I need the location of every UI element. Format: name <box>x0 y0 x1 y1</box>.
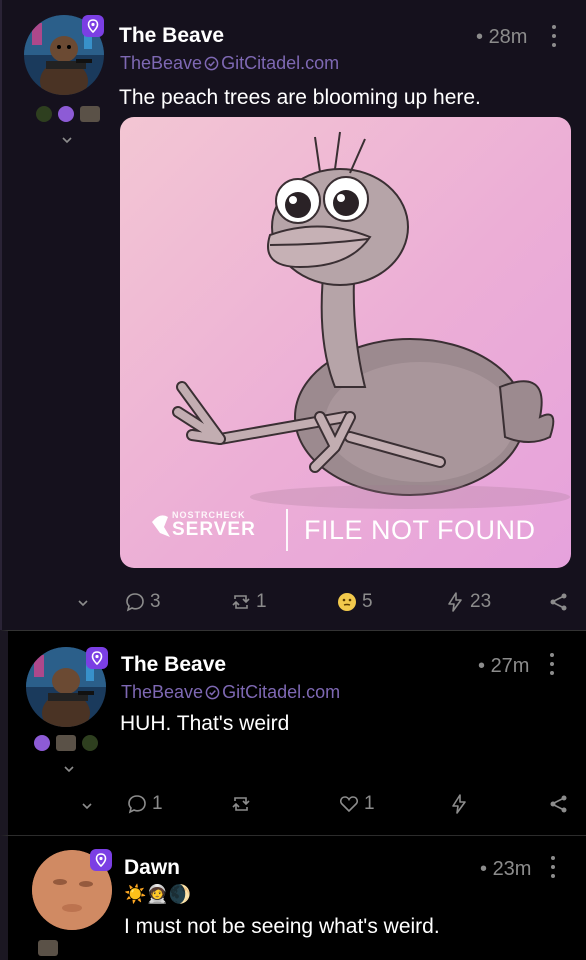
heart-icon <box>339 796 359 813</box>
thinking-emoji-icon <box>338 593 356 611</box>
note-content: I must not be seeing what's weird. <box>124 915 440 938</box>
note-content: HUH. That's weird <box>120 712 290 735</box>
zap-icon <box>452 794 466 814</box>
badge-row <box>36 106 100 122</box>
more-options-icon[interactable] <box>548 856 558 878</box>
reaction-count: 5 <box>362 591 373 612</box>
reply-note-card[interactable]: Dawn ☀️🧑‍🚀🌒 • 23m I must not be seeing w… <box>0 835 586 960</box>
timestamp-value: 23m <box>492 858 532 880</box>
reply-icon <box>126 593 144 612</box>
reply-note-card[interactable]: The Beave TheBeave GitCitadel.com • 27m … <box>0 630 586 835</box>
file-not-found-text: FILE NOT FOUND <box>304 515 536 545</box>
handle-domain: GitCitadel.com <box>222 682 341 702</box>
chevron-down-icon[interactable] <box>60 133 74 147</box>
author-name[interactable]: The Beave <box>121 653 226 677</box>
verified-badge <box>82 15 104 37</box>
status-emoji: ☀️🧑‍🚀🌒 <box>124 884 192 904</box>
reply-count: 1 <box>152 793 163 814</box>
timestamp: • 28m <box>476 26 528 48</box>
author-name[interactable]: The Beave <box>119 24 224 48</box>
verified-check-icon <box>204 56 219 71</box>
nostrcheck-logo: NOSTRCHECK SERVER <box>172 510 256 540</box>
nip05-handle[interactable]: TheBeave GitCitadel.com <box>120 53 339 74</box>
repost-count: 1 <box>256 591 267 612</box>
repost-button[interactable]: 1 <box>230 591 267 613</box>
author-name[interactable]: Dawn <box>124 856 180 880</box>
timestamp-value: 27m <box>490 655 530 677</box>
note-image[interactable]: NOSTRCHECK SERVER FILE NOT FOUND <box>120 117 571 568</box>
logo-main-text: SERVER <box>172 519 256 540</box>
zap-icon <box>448 592 462 612</box>
badge-stamp-icon <box>80 106 100 122</box>
share-button[interactable] <box>548 793 570 815</box>
zap-amount: 23 <box>470 591 492 612</box>
repost-icon <box>232 595 250 609</box>
zap-button[interactable] <box>448 793 470 815</box>
repost-icon <box>232 797 250 811</box>
timestamp: • 27m <box>478 655 530 677</box>
more-options-icon[interactable] <box>549 25 559 47</box>
timestamp-value: 28m <box>488 26 528 48</box>
logo-small-text: NOSTRCHECK <box>172 510 246 520</box>
verified-check-icon <box>205 685 220 700</box>
badge-plant-icon <box>36 106 52 122</box>
share-icon <box>550 593 567 611</box>
share-button[interactable] <box>548 591 570 613</box>
chevron-down-icon[interactable] <box>76 596 90 610</box>
badge-play-icon <box>34 735 50 751</box>
reply-icon <box>128 795 146 814</box>
share-icon <box>550 795 567 813</box>
reply-count: 3 <box>150 591 161 612</box>
handle-user: TheBeave <box>121 682 204 702</box>
reply-button[interactable]: 1 <box>126 793 163 815</box>
chevron-down-icon[interactable] <box>62 762 76 776</box>
handle-user: TheBeave <box>120 53 203 73</box>
reply-button[interactable]: 3 <box>124 591 161 613</box>
handle-domain: GitCitadel.com <box>221 53 340 73</box>
emu-illustration <box>152 131 570 537</box>
note-content: The peach trees are blooming up here. <box>119 86 481 109</box>
reaction-button[interactable]: 5 <box>336 591 373 613</box>
note-card[interactable]: The Beave TheBeave GitCitadel.com • 28m … <box>0 0 586 630</box>
repost-button[interactable] <box>230 793 252 815</box>
nip05-handle[interactable]: TheBeave GitCitadel.com <box>121 682 340 703</box>
divider <box>286 509 288 551</box>
badge-row <box>38 940 58 956</box>
chevron-down-icon[interactable] <box>80 799 94 813</box>
badge-row <box>34 735 98 751</box>
timestamp: • 23m <box>480 858 532 880</box>
badge-play-icon <box>58 106 74 122</box>
badge-stamp-icon <box>38 940 58 956</box>
like-count: 1 <box>364 793 375 814</box>
more-options-icon[interactable] <box>547 653 557 675</box>
like-button[interactable]: 1 <box>338 793 375 815</box>
badge-stamp-icon <box>56 735 76 751</box>
badge-plant-icon <box>82 735 98 751</box>
verified-badge <box>86 647 108 669</box>
zap-button[interactable]: 23 <box>444 591 491 613</box>
verified-badge <box>90 849 112 871</box>
